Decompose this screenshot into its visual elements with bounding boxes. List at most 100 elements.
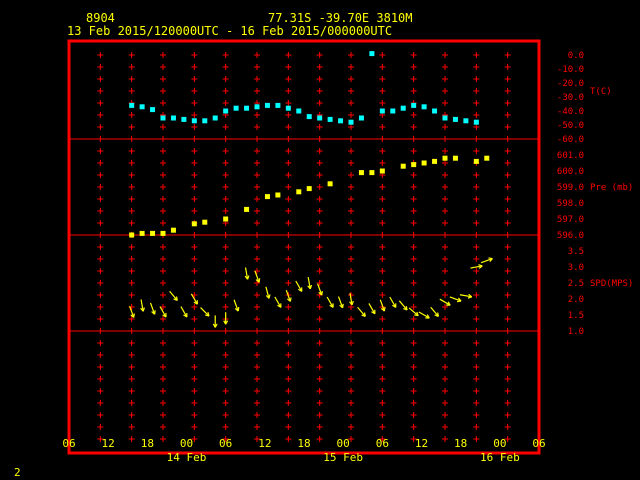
wind-arrow xyxy=(326,296,334,308)
temperature-point xyxy=(317,115,323,121)
wind-arrow xyxy=(430,306,440,317)
pressure-point xyxy=(202,219,208,225)
temperature-point xyxy=(160,115,166,121)
y-tick-label: -20.0 xyxy=(557,79,584,89)
wind-arrow xyxy=(223,312,229,325)
y-tick-label: -30.0 xyxy=(557,93,584,103)
wind-arrow xyxy=(418,311,430,319)
pressure-point xyxy=(160,230,166,236)
pressure-point xyxy=(139,230,145,236)
pressure-point xyxy=(296,189,302,195)
temperature-point xyxy=(254,104,260,110)
pressure-point xyxy=(170,227,176,233)
y-tick-label: 2.0 xyxy=(568,295,584,305)
wind-arrow xyxy=(459,293,473,299)
temperature-point xyxy=(212,115,218,121)
pressure-point xyxy=(473,158,479,164)
wind-arrow xyxy=(307,276,313,290)
temperature-point xyxy=(432,108,438,114)
temperature-point xyxy=(233,105,239,111)
pressure-series xyxy=(129,155,490,238)
pressure-axis-label: Pre (mb) xyxy=(590,183,633,193)
x-tick-label: 06 xyxy=(532,437,545,450)
y-tick-label: 1.0 xyxy=(568,327,584,337)
x-tick-label: 18 xyxy=(141,437,154,450)
temperature-point xyxy=(463,118,469,124)
temperature-point xyxy=(275,102,281,108)
wind-speed-axis-label: SPD(MPS) xyxy=(590,279,633,289)
wind-arrow xyxy=(295,280,303,292)
y-tick-label: 2.5 xyxy=(568,279,584,289)
x-tick-label: 00 xyxy=(337,437,350,450)
temperature-point xyxy=(348,119,354,125)
wind-arrow xyxy=(449,296,462,303)
x-tick-label: 00 xyxy=(493,437,506,450)
wind-arrow xyxy=(169,290,178,301)
y-tick-label: -10.0 xyxy=(557,65,584,75)
wind-arrow xyxy=(337,296,344,309)
y-tick-label: -50.0 xyxy=(557,121,584,131)
temperature-point xyxy=(306,114,312,120)
temperature-point xyxy=(285,105,291,111)
wind-arrow xyxy=(149,302,156,315)
wind-arrow xyxy=(470,264,483,269)
time-period: 13 Feb 2015/120000UTC - 16 Feb 2015/0000… xyxy=(67,24,392,38)
pressure-point xyxy=(432,158,438,164)
station-id: 8904 xyxy=(86,11,115,25)
y-tick-label: 3.0 xyxy=(568,263,584,273)
pressure-point xyxy=(452,155,458,161)
pressure-point xyxy=(358,170,364,176)
wind-arrow xyxy=(265,286,271,299)
temperature-axis-label: T(C) xyxy=(590,87,612,97)
station-location: 77.31S -39.70E 3810M xyxy=(268,11,413,25)
pressure-point xyxy=(191,221,197,227)
y-tick-labels: 0.0 -10.0 -20.0 -30.0 -40.0 -50.0 -60.0 596.0 59… xyxy=(557,51,584,337)
temperature-point xyxy=(139,104,145,110)
x-tick-label: 12 xyxy=(102,437,115,450)
y-tick-label: 599.0 xyxy=(557,183,584,193)
temperature-point xyxy=(421,104,427,110)
y-tick-label: -60.0 xyxy=(557,135,584,145)
x-tick-label: 18 xyxy=(454,437,467,450)
y-tick-label: 598.0 xyxy=(557,199,584,209)
wind-arrow xyxy=(379,299,386,312)
y-tick-label: 601.0 xyxy=(557,151,584,161)
wind-arrow xyxy=(244,267,250,280)
x-tick-label: 06 xyxy=(62,437,75,450)
pressure-point xyxy=(275,192,281,198)
x-date-label: 14 Feb xyxy=(167,451,207,464)
x-tick-label: 12 xyxy=(258,437,271,450)
y-tick-label: -40.0 xyxy=(557,107,584,117)
temperature-point xyxy=(202,118,208,124)
pressure-point xyxy=(264,194,270,200)
temperature-point xyxy=(379,108,385,114)
temperature-point xyxy=(400,105,406,111)
y-tick-label: 597.0 xyxy=(557,215,584,225)
y-tick-label: 0.0 xyxy=(568,51,584,61)
temperature-point xyxy=(191,118,197,124)
pressure-point xyxy=(327,181,333,187)
pressure-point xyxy=(244,206,250,212)
pressure-point xyxy=(306,186,312,192)
wind-arrow xyxy=(480,257,493,264)
temperature-point xyxy=(129,102,135,108)
pressure-point xyxy=(411,162,417,168)
temperature-point xyxy=(170,115,176,121)
y-tick-label: 1.5 xyxy=(568,311,584,321)
x-tick-label: 06 xyxy=(219,437,232,450)
wind-arrow xyxy=(180,306,188,318)
wind-arrow xyxy=(274,296,282,308)
plot-frame xyxy=(67,39,541,455)
pressure-point xyxy=(150,230,156,236)
wind-arrow xyxy=(200,307,210,317)
x-tick-labels: 06 12 18 00 06 12 18 00 06 12 18 00 06 14 Feb 15 Feb 16… xyxy=(62,437,545,464)
x-tick-label: 12 xyxy=(415,437,428,450)
temperature-point xyxy=(390,108,396,114)
wind-arrow xyxy=(398,300,408,311)
page-number: 2 xyxy=(14,466,21,479)
temperature-series xyxy=(129,51,479,125)
temperature-point xyxy=(452,116,458,122)
meteogram: 8904 77.31S -39.70E 3810M 13 Feb 2015/12… xyxy=(14,11,633,479)
pressure-point xyxy=(421,160,427,166)
wind-arrow xyxy=(212,315,218,328)
